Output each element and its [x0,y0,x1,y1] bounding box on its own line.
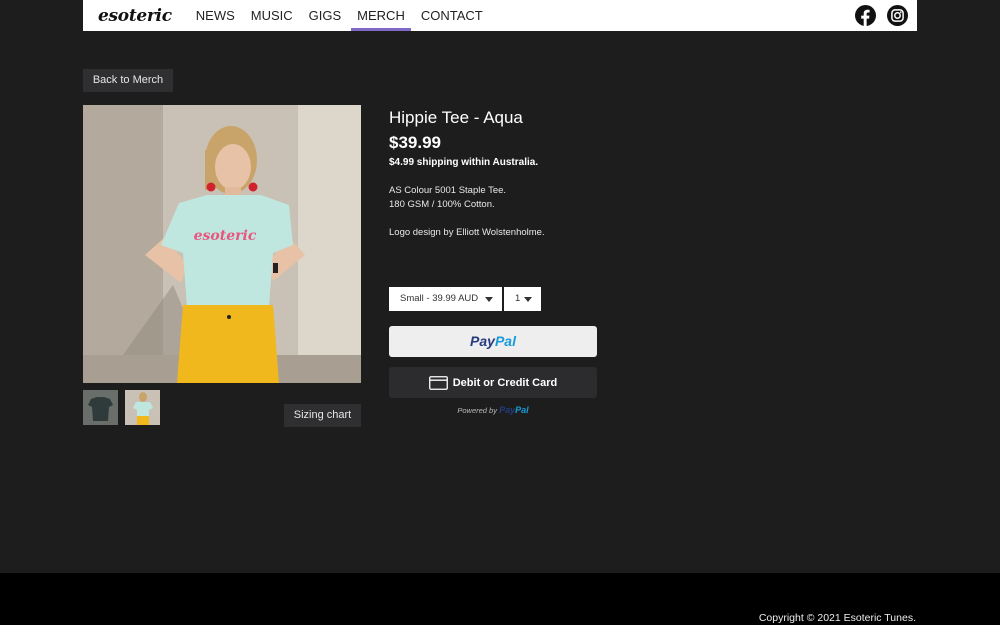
credit-card-icon [428,375,448,390]
site-logo[interactable]: esoteric [98,6,172,26]
paypal-logo-pal: Pal [494,333,516,349]
nav-music[interactable]: MUSIC [245,0,299,31]
quantity-select-value: 1 [515,293,521,304]
paypal-logo-pal: Pal [515,405,529,415]
site-header: esoteric NEWS MUSIC GIGS MERCH CONTACT [83,0,917,31]
back-to-merch-button[interactable]: Back to Merch [83,69,173,92]
copyright-text: Copyright © 2021 Esoteric Tunes. [758,612,916,624]
paypal-logo-pay: Pay [470,333,495,349]
product-price: $39.99 [389,133,441,152]
powered-by-text: Powered by [457,406,497,415]
thumbnail-dark-tee[interactable] [83,390,118,425]
card-button-label: Debit or Credit Card [452,376,558,389]
paypal-button[interactable]: PayPal [389,326,597,357]
size-select[interactable]: Small - 39.99 AUD [389,287,502,311]
nav-merch[interactable]: MERCH [351,0,411,31]
chevron-down-icon [485,297,493,302]
main-nav: NEWS MUSIC GIGS MERCH CONTACT [190,0,493,31]
svg-text:esoteric: esoteric [194,228,257,244]
site-footer: Copyright © 2021 Esoteric Tunes. [0,573,1000,625]
social-links [855,5,908,26]
powered-by-paypal: Powered by PayPal [389,405,597,415]
facebook-icon[interactable] [855,5,876,26]
paypal-logo-pay: Pay [499,405,516,415]
instagram-icon[interactable] [887,5,908,26]
product-description-line: 180 GSM / 100% Cotton. [389,199,495,210]
product-photo-model: esoteric [83,105,361,383]
chevron-down-icon [524,297,532,302]
nav-contact[interactable]: CONTACT [415,0,489,31]
size-select-value: Small - 39.99 AUD [400,293,479,304]
product-image: esoteric [83,105,361,383]
product-description-line: AS Colour 5001 Staple Tee. [389,185,507,196]
quantity-select[interactable]: 1 [504,287,541,311]
nav-news[interactable]: NEWS [190,0,241,31]
nav-gigs[interactable]: GIGS [303,0,348,31]
product-description-line: Logo design by Elliott Wolstenholme. [389,227,545,238]
sizing-chart-button[interactable]: Sizing chart [284,404,361,427]
product-title: Hippie Tee - Aqua [389,108,523,127]
shipping-info: $4.99 shipping within Australia. [389,157,539,168]
thumbnail-model[interactable] [125,390,160,425]
debit-credit-card-button[interactable]: Debit or Credit Card [389,367,597,398]
